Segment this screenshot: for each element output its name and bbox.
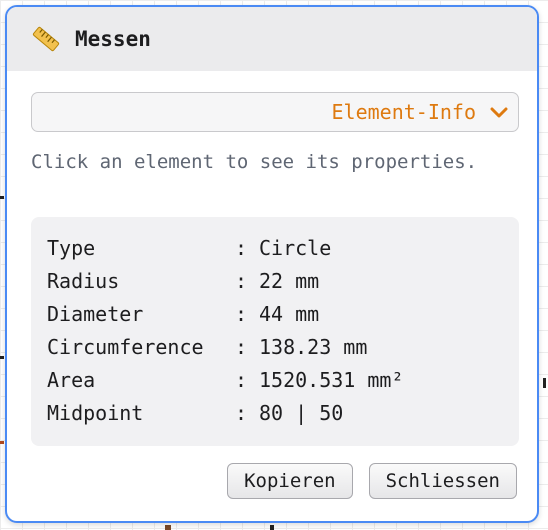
measure-dialog: Messen Element-Info Click an element to … <box>5 5 539 523</box>
property-separator: : <box>235 334 248 359</box>
dialog-titlebar: Messen <box>7 7 537 71</box>
property-key: Diameter <box>47 301 144 326</box>
property-separator: : <box>235 301 248 326</box>
property-key: Area <box>47 367 96 392</box>
property-row: Midpoint : 80 | 50 <box>47 396 503 429</box>
property-row: Area : 1520.531 mm² <box>47 363 503 396</box>
property-value: 80 | 50 <box>259 400 344 425</box>
copy-button[interactable]: Kopieren <box>227 463 353 499</box>
mode-select[interactable]: Element-Info <box>31 92 519 132</box>
canvas-stroke <box>270 525 274 530</box>
property-row: Circumference : 138.23 mm <box>47 330 503 363</box>
property-separator: : <box>235 268 248 293</box>
ruler-icon <box>31 24 61 54</box>
property-value: 44 mm <box>259 301 320 326</box>
property-key: Circumference <box>47 334 204 359</box>
canvas-stroke <box>165 525 171 530</box>
property-value: 22 mm <box>259 268 320 293</box>
property-value: Circle <box>259 235 332 260</box>
property-row: Type : Circle <box>47 231 503 264</box>
property-row: Diameter : 44 mm <box>47 297 503 330</box>
close-button[interactable]: Schliessen <box>368 463 517 499</box>
canvas-stroke <box>0 196 4 199</box>
property-value: 138.23 mm <box>259 334 368 359</box>
property-separator: : <box>235 235 248 260</box>
property-key: Radius <box>47 268 120 293</box>
dialog-title: Messen <box>75 27 151 51</box>
dialog-button-row: Kopieren Schliessen <box>227 463 517 499</box>
canvas-stroke <box>0 441 4 444</box>
property-separator: : <box>235 400 248 425</box>
property-row: Radius : 22 mm <box>47 264 503 297</box>
instruction-text: Click an element to see its properties. <box>31 151 478 173</box>
mode-select-value: Element-Info <box>331 100 477 124</box>
properties-panel: Type : Circle Radius : 22 mm Diameter : … <box>31 217 519 446</box>
property-value: 1520.531 mm² <box>259 367 404 392</box>
property-key: Midpoint <box>47 400 144 425</box>
canvas-stroke <box>543 378 546 388</box>
canvas-stroke <box>0 356 4 359</box>
chevron-down-icon <box>490 105 508 119</box>
property-key: Type <box>47 235 96 260</box>
property-separator: : <box>235 367 248 392</box>
